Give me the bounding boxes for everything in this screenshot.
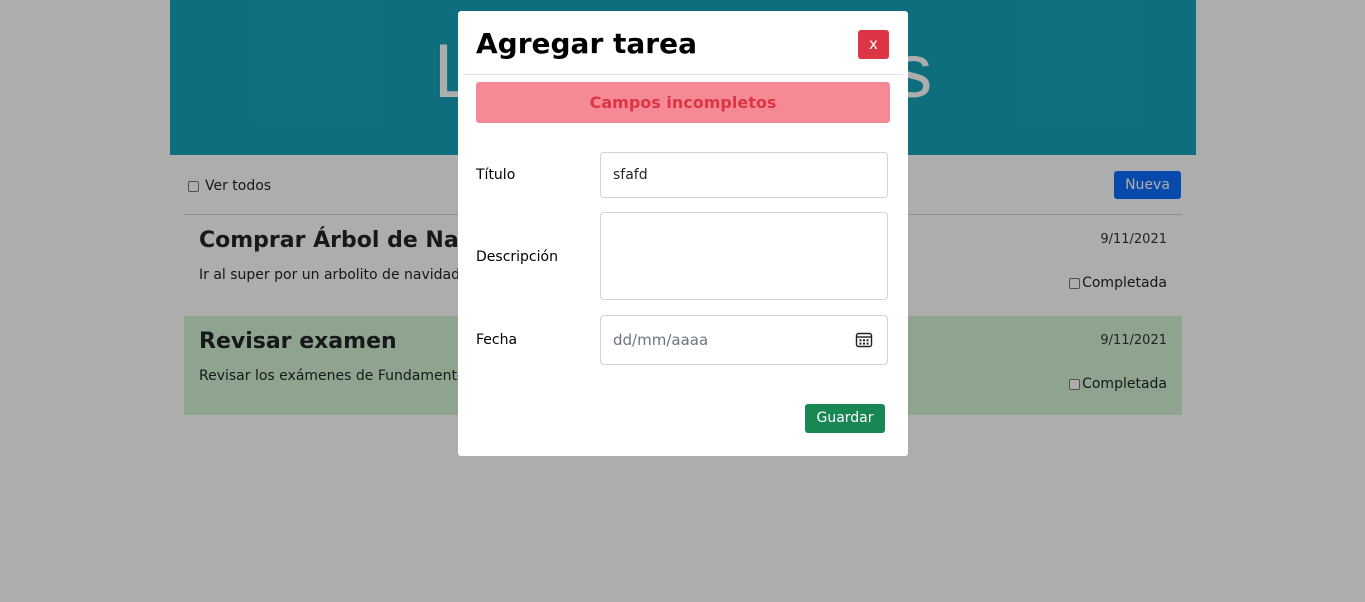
calendar-icon[interactable] xyxy=(855,331,873,349)
add-task-modal: Agregar tarea x Campos incompletos Títul… xyxy=(458,11,908,456)
title-input[interactable]: sfafd xyxy=(600,152,888,198)
date-placeholder: dd/mm/aaaa xyxy=(613,331,709,349)
date-label: Fecha xyxy=(476,332,518,348)
description-label: Descripción xyxy=(476,249,558,265)
error-alert: Campos incompletos xyxy=(476,82,890,123)
description-textarea[interactable] xyxy=(600,212,888,300)
title-label: Título xyxy=(476,167,516,183)
save-button[interactable]: Guardar xyxy=(805,404,885,433)
modal-title: Agregar tarea xyxy=(476,27,697,60)
close-button[interactable]: x xyxy=(858,30,889,59)
date-input[interactable]: dd/mm/aaaa xyxy=(600,315,888,365)
modal-divider xyxy=(463,74,903,75)
